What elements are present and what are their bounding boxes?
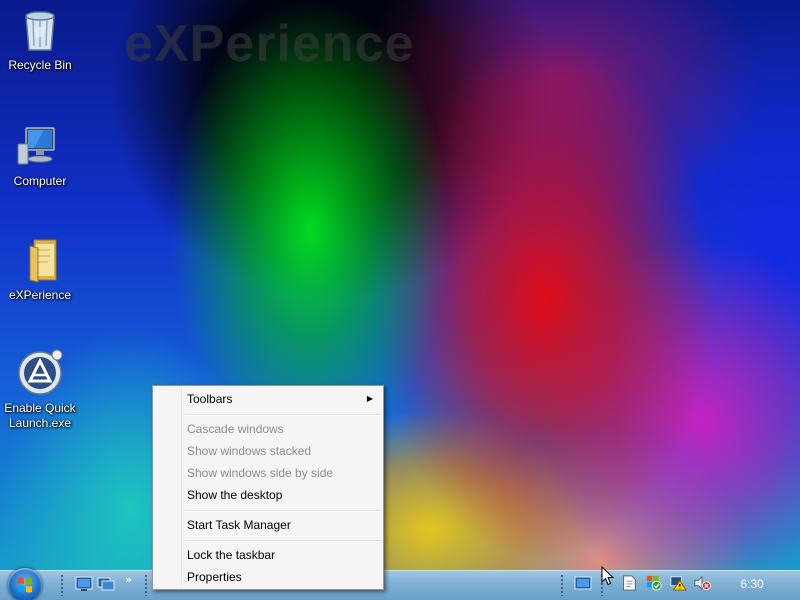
security-center-icon[interactable] bbox=[645, 575, 663, 591]
menu-item-label: Start Task Manager bbox=[187, 518, 291, 532]
menu-item-start-task-manager[interactable]: Start Task Manager bbox=[187, 515, 377, 535]
desktop-icon-label: Enable Quick Launch.exe bbox=[0, 401, 80, 431]
desktop-icon-computer[interactable]: Computer bbox=[0, 122, 80, 189]
quick-launch-overflow-chevron[interactable]: » bbox=[125, 573, 132, 586]
mouse-cursor-icon bbox=[601, 566, 615, 586]
menu-item-show-the-desktop[interactable]: Show the desktop bbox=[187, 485, 377, 505]
submenu-arrow-icon: ▶ bbox=[366, 394, 373, 403]
menu-separator bbox=[185, 540, 381, 542]
menu-item-lock-the-taskbar[interactable]: Lock the taskbar bbox=[187, 545, 377, 565]
desktop-toolbar-icon[interactable] bbox=[574, 576, 592, 592]
menu-separator bbox=[185, 414, 381, 416]
desktop-icon-label: Recycle Bin bbox=[8, 58, 72, 72]
wallpaper-watermark: eXPerience bbox=[124, 15, 415, 73]
menu-item-cascade-windows[interactable]: Cascade windows bbox=[187, 419, 377, 439]
taskbar-grip[interactable] bbox=[144, 574, 148, 596]
menu-item-label: Lock the taskbar bbox=[187, 548, 276, 562]
network-warning-icon[interactable] bbox=[669, 575, 687, 591]
switch-windows-icon[interactable] bbox=[97, 576, 115, 592]
menu-item-label: Show windows stacked bbox=[187, 444, 312, 458]
menu-separator bbox=[185, 510, 381, 512]
menu-item-label: Cascade windows bbox=[187, 422, 284, 436]
menu-item-label: Show windows side by side bbox=[187, 466, 334, 480]
computer-icon bbox=[17, 127, 55, 165]
menu-item-show-windows-side-by-side[interactable]: Show windows side by side bbox=[187, 463, 377, 483]
taskbar-clock[interactable]: 6:30 bbox=[732, 577, 772, 591]
menu-item-label: Properties bbox=[187, 570, 242, 584]
menu-icon-gutter bbox=[181, 388, 183, 587]
menu-item-label: Show the desktop bbox=[187, 488, 283, 502]
desktop-icon-recycle-bin[interactable]: Recycle Bin bbox=[0, 6, 80, 73]
show-desktop-icon[interactable] bbox=[75, 576, 93, 592]
desktop[interactable]: eXPerience Recycle Bin Computer eXPerien… bbox=[0, 0, 800, 600]
app-launcher-icon bbox=[18, 349, 63, 395]
desktop-icon-label: Computer bbox=[13, 174, 67, 188]
folder-icon bbox=[29, 239, 57, 283]
desktop-icon-label-text: Enable Quick Launch.exe bbox=[4, 401, 76, 430]
taskbar-context-menu: Toolbars ▶ Cascade windows Show windows … bbox=[152, 385, 384, 590]
desktop-icon-experience-folder[interactable]: eXPerience bbox=[0, 236, 80, 303]
taskbar-grip[interactable] bbox=[60, 574, 64, 596]
volume-muted-icon[interactable] bbox=[693, 575, 711, 591]
menu-item-label: Toolbars bbox=[187, 392, 233, 406]
document-icon[interactable] bbox=[620, 575, 638, 591]
start-button[interactable] bbox=[8, 568, 42, 600]
menu-item-toolbars[interactable]: Toolbars ▶ bbox=[187, 389, 377, 409]
desktop-icon-enable-quick-launch[interactable]: Enable Quick Launch.exe bbox=[0, 349, 80, 431]
windows-logo-icon bbox=[18, 577, 32, 593]
recycle-bin-icon bbox=[25, 11, 55, 51]
menu-item-show-windows-stacked[interactable]: Show windows stacked bbox=[187, 441, 377, 461]
taskbar-grip[interactable] bbox=[560, 574, 564, 596]
menu-item-properties[interactable]: Properties bbox=[187, 567, 377, 587]
desktop-icon-label: eXPerience bbox=[8, 288, 72, 302]
